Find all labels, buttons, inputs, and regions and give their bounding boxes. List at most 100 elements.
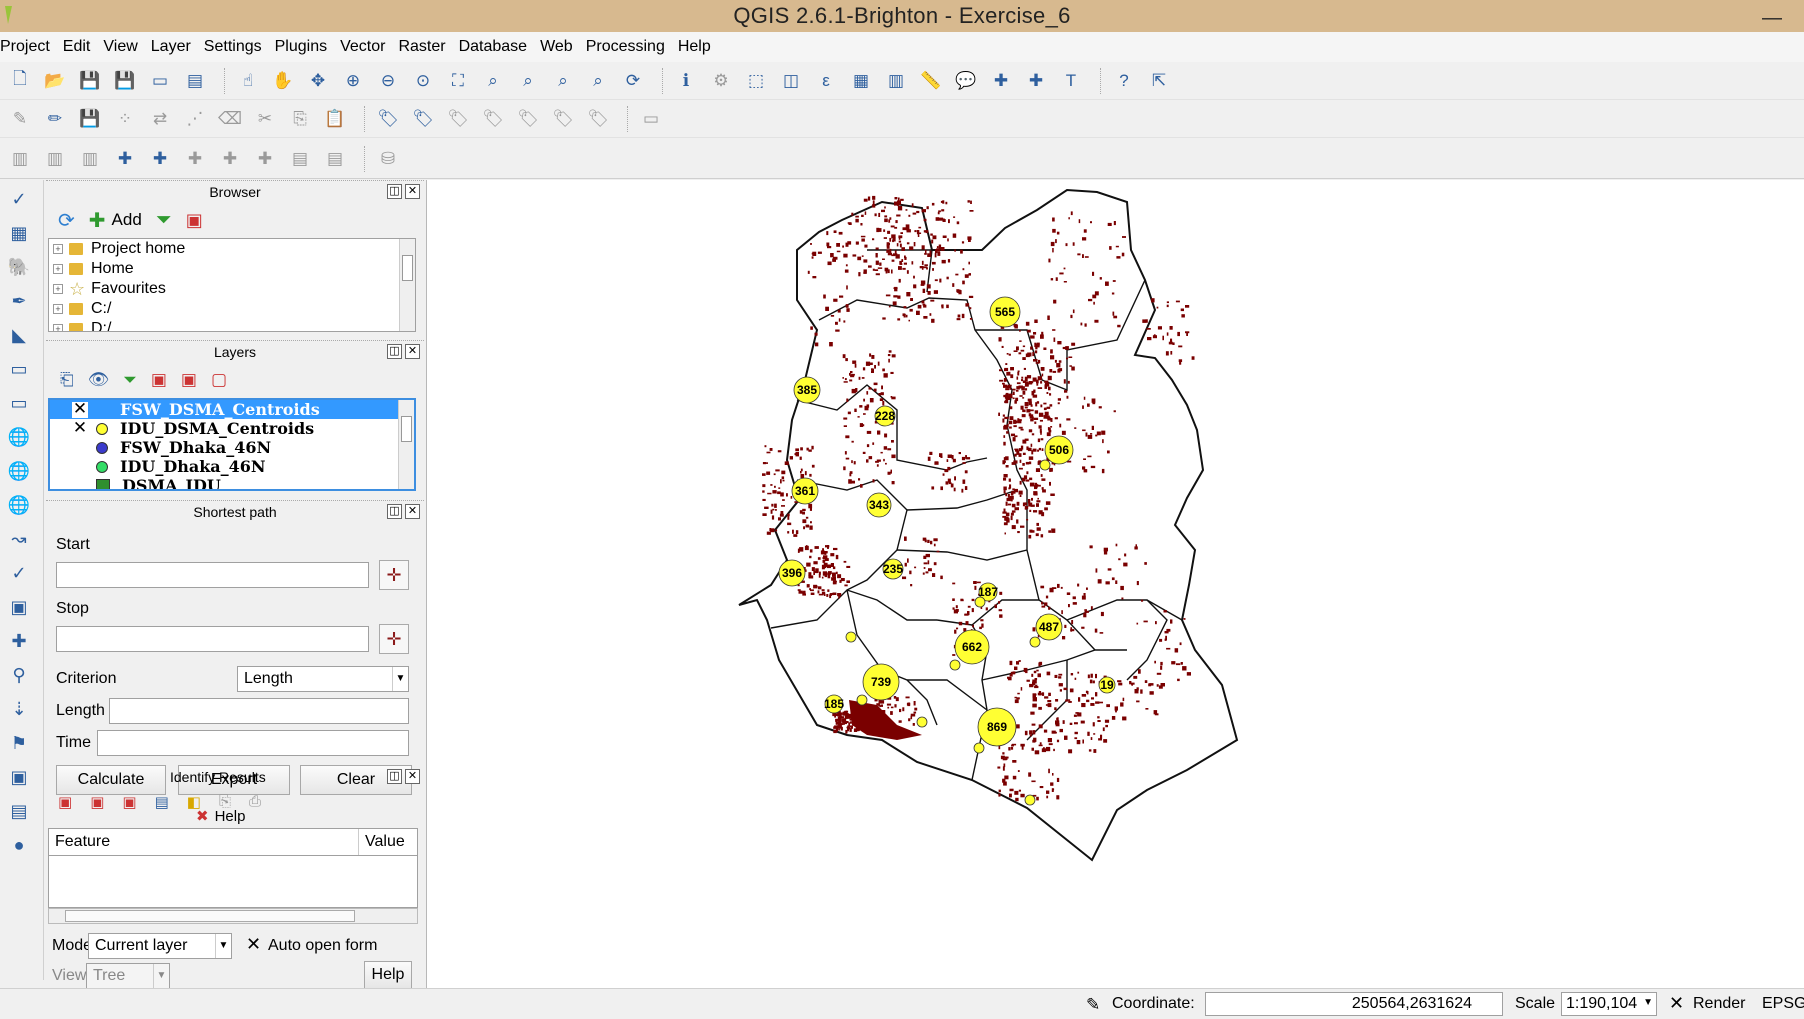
- close-panel-button[interactable]: ✕: [405, 184, 420, 199]
- new-shapefile-icon[interactable]: ✚: [111, 145, 139, 173]
- pick-start-button[interactable]: ✛: [379, 560, 409, 590]
- add-wcs-icon[interactable]: 🌐: [4, 456, 34, 486]
- scrollbar-thumb[interactable]: [402, 255, 413, 281]
- layer-visibility-checkbox[interactable]: ✕: [72, 400, 88, 418]
- tree-item-project-home[interactable]: + Project home: [49, 239, 415, 259]
- filter-legend-icon[interactable]: ⏷: [123, 370, 137, 390]
- help-link[interactable]: ✖ Help: [196, 807, 245, 826]
- refresh-icon[interactable]: ⟳: [619, 67, 647, 95]
- tree-item-favourites[interactable]: + ☆ Favourites: [49, 279, 415, 299]
- add-wfs-layer-icon[interactable]: ✚: [251, 145, 279, 173]
- close-panel-button[interactable]: ✕: [405, 769, 420, 784]
- calculate-button[interactable]: Calculate: [56, 765, 166, 795]
- pick-stop-button[interactable]: ✛: [379, 624, 409, 654]
- rotate-label-icon[interactable]: 🏷: [514, 105, 542, 133]
- float-panel-button[interactable]: ◫: [387, 184, 402, 199]
- stop-point-input[interactable]: [56, 626, 369, 652]
- coordinate-field[interactable]: 250564,2631624: [1205, 992, 1503, 1016]
- map-svg[interactable]: 565385228506361343396 235187487662739 1918…: [427, 180, 1804, 988]
- add-mssql-layer-icon[interactable]: ▤: [321, 145, 349, 173]
- layers-scrollbar[interactable]: [398, 400, 414, 489]
- layer-item[interactable]: IDU_Dhaka_46N: [50, 457, 414, 476]
- add-wms-icon[interactable]: 🌐: [4, 422, 34, 452]
- road-graph-icon[interactable]: ⚑: [4, 728, 34, 758]
- add-raster-icon[interactable]: ▦: [4, 218, 34, 248]
- add-postgis-icon[interactable]: 🐘: [4, 252, 34, 282]
- layer-visibility-checkbox[interactable]: [72, 440, 88, 456]
- zoom-selection-icon[interactable]: ⌕: [479, 67, 507, 95]
- identify-table-body[interactable]: [48, 856, 418, 908]
- spatial-query-icon[interactable]: ▣: [4, 762, 34, 792]
- collapse-tree-icon[interactable]: ▣: [90, 793, 104, 811]
- zoom-next-icon[interactable]: ⌕: [584, 67, 612, 95]
- add-vector-icon[interactable]: ✓: [4, 184, 34, 214]
- save-edits-icon[interactable]: 💾: [76, 105, 104, 133]
- add-wms-layer-icon[interactable]: ✚: [181, 145, 209, 173]
- attribute-table-icon[interactable]: ▦: [847, 67, 875, 95]
- refresh-icon[interactable]: ⟳: [58, 208, 75, 233]
- save-as-icon[interactable]: 💾: [111, 67, 139, 95]
- expand-icon[interactable]: +: [53, 264, 63, 274]
- scrollbar-thumb[interactable]: [401, 416, 412, 442]
- pan-icon[interactable]: ✋: [269, 67, 297, 95]
- browser-scrollbar[interactable]: [399, 239, 415, 331]
- value-column-header[interactable]: Value: [359, 829, 417, 855]
- feature-column-header[interactable]: Feature: [49, 829, 359, 855]
- minimize-button[interactable]: —: [1762, 7, 1782, 30]
- collapse-all-icon[interactable]: ▣: [181, 370, 197, 390]
- menu-vector[interactable]: Vector: [340, 38, 392, 56]
- zoom-in-icon[interactable]: ⊕: [339, 67, 367, 95]
- whats-this-icon[interactable]: ⇱: [1145, 67, 1173, 95]
- show-hide-labels-icon[interactable]: 🏷: [444, 105, 472, 133]
- new-project-icon[interactable]: 🗋: [6, 67, 34, 95]
- menu-edit[interactable]: Edit: [63, 38, 98, 56]
- zoom-out-icon[interactable]: ⊖: [374, 67, 402, 95]
- zoom-full-icon[interactable]: ⛶: [444, 67, 472, 95]
- cut-features-icon[interactable]: ✂: [251, 105, 279, 133]
- menu-layer[interactable]: Layer: [151, 38, 198, 56]
- zoom-native-icon[interactable]: ⊙: [409, 67, 437, 95]
- change-label-icon[interactable]: 🏷: [549, 105, 577, 133]
- tree-item-d-drive[interactable]: + D:/: [49, 319, 415, 331]
- toggle-editing-icon[interactable]: ✏: [41, 105, 69, 133]
- add-delimited-icon[interactable]: ↝: [4, 524, 34, 554]
- delete-selected-icon[interactable]: ⌫: [216, 105, 244, 133]
- menu-help[interactable]: Help: [678, 38, 718, 56]
- menu-project[interactable]: Project: [0, 38, 57, 56]
- scale-field[interactable]: 1:190,104 ▼: [1561, 992, 1657, 1016]
- add-feature-icon[interactable]: ⁘: [111, 105, 139, 133]
- expand-tree-icon[interactable]: ▣: [58, 793, 72, 811]
- csw-icon[interactable]: ▭: [637, 105, 665, 133]
- layer-item[interactable]: FSW_Dhaka_46N: [50, 438, 414, 457]
- float-panel-button[interactable]: ◫: [387, 344, 402, 359]
- add-wcs-layer-icon[interactable]: ✚: [216, 145, 244, 173]
- float-panel-button[interactable]: ◫: [387, 504, 402, 519]
- mode-select[interactable]: Current layer ▼: [88, 933, 232, 959]
- georeferencer-icon[interactable]: ⚲: [4, 660, 34, 690]
- new-spatialite-icon[interactable]: ✚: [146, 145, 174, 173]
- add-mssql-icon[interactable]: ◣: [4, 320, 34, 350]
- label-properties-icon[interactable]: 🏷: [584, 105, 612, 133]
- deselect-icon[interactable]: ◫: [777, 67, 805, 95]
- coordinate-capture-icon[interactable]: ✚: [4, 626, 34, 656]
- add-postgis-layer-icon[interactable]: ▥: [76, 145, 104, 173]
- menu-plugins[interactable]: Plugins: [275, 38, 334, 56]
- criterion-select[interactable]: Length ▼: [237, 666, 409, 692]
- add-delimited-text-icon[interactable]: ▤: [286, 145, 314, 173]
- close-panel-button[interactable]: ✕: [405, 344, 420, 359]
- measure-icon[interactable]: 📏: [917, 67, 945, 95]
- add-wfs-icon[interactable]: 🌐: [4, 490, 34, 520]
- add-virtual-layer-icon[interactable]: ✓: [4, 558, 34, 588]
- add-group-icon[interactable]: ⎗: [60, 370, 74, 390]
- browser-tree[interactable]: + Project home + Home + ☆ Favourites + C:/ + D…: [48, 238, 416, 332]
- interpolation-icon[interactable]: ▤: [4, 796, 34, 826]
- auto-open-checkbox[interactable]: ✕: [246, 934, 261, 955]
- database-icon[interactable]: ⛁: [374, 145, 402, 173]
- filter-icon[interactable]: ⏷: [156, 209, 172, 232]
- identify-help-button[interactable]: Help: [364, 961, 412, 989]
- show-bookmarks-icon[interactable]: ✚: [1022, 67, 1050, 95]
- layers-list[interactable]: ✕ FSW_DSMA_Centroids ✕ IDU_DSMA_Centroids FS…: [48, 398, 416, 491]
- menu-database[interactable]: Database: [459, 38, 535, 56]
- gps-tools-icon[interactable]: ⇣: [4, 694, 34, 724]
- touch-zoom-icon[interactable]: ☝: [234, 67, 262, 95]
